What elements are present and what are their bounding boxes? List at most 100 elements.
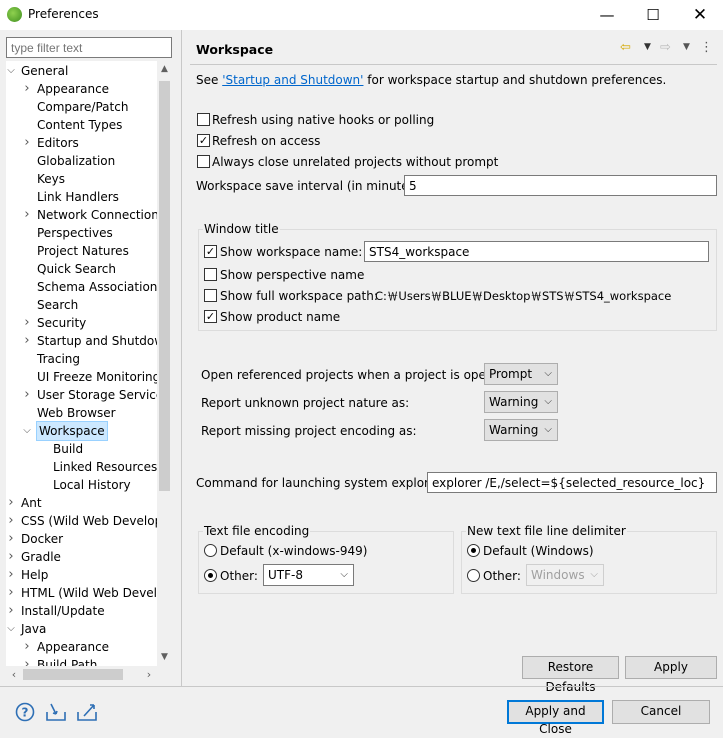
- show-full-path-label: Show full workspace path:: [220, 289, 378, 303]
- close-unrelated-checkbox[interactable]: [197, 155, 210, 168]
- show-product-label: Show product name: [220, 310, 341, 324]
- delimiter-other-radio[interactable]: [467, 569, 480, 582]
- save-interval-field[interactable]: 5: [404, 175, 717, 196]
- chevron-right-icon[interactable]: ›: [22, 80, 32, 98]
- encoding-other-combo[interactable]: UTF-8 ⌵: [263, 564, 354, 586]
- workspace-name-field[interactable]: STS4_workspace: [364, 241, 709, 262]
- chevron-right-icon[interactable]: ›: [22, 134, 32, 152]
- tree-item-label: Perspectives: [37, 226, 113, 240]
- scroll-up-icon[interactable]: ▲: [157, 61, 172, 78]
- chevron-down-icon: ⌵: [544, 396, 552, 407]
- show-workspace-name-label: Show workspace name:: [220, 245, 363, 259]
- chevron-right-icon[interactable]: ›: [6, 512, 16, 530]
- back-arrow-icon[interactable]: ⇦: [620, 40, 631, 55]
- tree-item-label: Quick Search: [37, 262, 116, 276]
- show-workspace-name-checkbox[interactable]: ✓: [204, 245, 217, 258]
- scroll-thumb-horizontal[interactable]: [23, 669, 123, 680]
- tree-item-label: Security: [37, 316, 87, 330]
- chevron-right-icon[interactable]: ›: [6, 602, 16, 620]
- forward-arrow-icon[interactable]: ⇨: [660, 40, 671, 55]
- forward-dropdown-icon[interactable]: ▼: [683, 42, 690, 52]
- restore-defaults-button[interactable]: Restore Defaults: [522, 656, 619, 694]
- unknown-nature-label: Report unknown project nature as:: [201, 396, 410, 410]
- chevron-right-icon[interactable]: ›: [6, 584, 16, 602]
- tree-item-label: Appearance: [37, 82, 110, 96]
- chevron-right-icon[interactable]: ›: [22, 332, 32, 350]
- export-icon[interactable]: [76, 702, 98, 722]
- title-bar: Preferences — ☐ ✕: [0, 0, 723, 30]
- import-icon[interactable]: [45, 702, 67, 722]
- refresh-native-label: Refresh using native hooks or polling: [212, 113, 435, 127]
- tree-item-label: Ant: [21, 496, 42, 510]
- preference-tree: ⌵ General › Appearance Compare/Patch Content …: [6, 61, 157, 666]
- unknown-nature-combo[interactable]: Warning ⌵: [484, 391, 558, 413]
- back-dropdown-icon[interactable]: ▼: [644, 42, 651, 52]
- missing-encoding-combo[interactable]: Warning ⌵: [484, 419, 558, 441]
- chevron-right-icon[interactable]: ›: [6, 530, 16, 548]
- chevron-down-icon[interactable]: ⌵: [6, 620, 16, 638]
- chevron-right-icon[interactable]: ›: [22, 314, 32, 332]
- line-delimiter-legend: New text file line delimiter: [466, 523, 627, 539]
- scroll-left-icon[interactable]: ‹: [6, 666, 22, 683]
- tree-vertical-scrollbar[interactable]: ▲ ▼: [157, 61, 172, 666]
- tree-item-label: Workspace: [36, 421, 108, 441]
- chevron-down-icon[interactable]: ⌵: [22, 422, 32, 440]
- maximize-button[interactable]: ☐: [630, 0, 676, 30]
- tree-item-label: Build: [53, 442, 84, 456]
- chevron-right-icon[interactable]: ›: [22, 206, 32, 224]
- startup-shutdown-link[interactable]: 'Startup and Shutdown': [222, 73, 363, 87]
- chevron-right-icon[interactable]: ›: [22, 656, 32, 666]
- encoding-default-label: Default (x-windows-949): [220, 544, 368, 558]
- close-button[interactable]: ✕: [677, 0, 723, 30]
- tree-item-label: Docker: [21, 532, 64, 546]
- tree-item-label: Linked Resources: [53, 460, 157, 474]
- menu-kebab-icon[interactable]: ⋮: [700, 40, 713, 55]
- show-full-path-checkbox[interactable]: [204, 289, 217, 302]
- open-referenced-combo[interactable]: Prompt ⌵: [484, 363, 558, 385]
- chevron-down-icon: ⌵: [544, 368, 552, 379]
- chevron-right-icon[interactable]: ›: [22, 386, 32, 404]
- refresh-access-checkbox[interactable]: ✓: [197, 134, 210, 147]
- chevron-right-icon[interactable]: ›: [6, 494, 16, 512]
- tree-item-label: Editors: [37, 136, 79, 150]
- tree-item-label: Java: [21, 622, 47, 636]
- tree-item-label: Web Browser: [37, 406, 116, 420]
- refresh-native-checkbox[interactable]: [197, 113, 210, 126]
- scroll-right-icon[interactable]: ›: [141, 666, 157, 683]
- encoding-other-radio[interactable]: [204, 569, 217, 582]
- help-icon[interactable]: ?: [14, 702, 36, 722]
- cancel-button[interactable]: Cancel: [612, 700, 710, 724]
- sash[interactable]: [181, 30, 182, 686]
- explorer-command-field[interactable]: explorer /E,/select=${selected_resource_…: [427, 472, 717, 493]
- scroll-thumb[interactable]: [159, 81, 170, 491]
- tree-item-label: General: [21, 64, 69, 78]
- tree-horizontal-scrollbar[interactable]: ‹ ›: [6, 666, 157, 683]
- show-perspective-checkbox[interactable]: [204, 268, 217, 281]
- apply-button[interactable]: Apply: [625, 656, 717, 679]
- apply-and-close-button[interactable]: Apply and Close: [507, 700, 604, 736]
- tree-item-label: Gradle: [21, 550, 61, 564]
- scroll-down-icon[interactable]: ▼: [157, 649, 172, 666]
- chevron-down-icon[interactable]: ⌵: [6, 62, 16, 80]
- delimiter-default-radio[interactable]: [467, 544, 480, 557]
- minimize-button[interactable]: —: [584, 0, 630, 30]
- tree-item-label: Compare/Patch: [37, 100, 129, 114]
- encoding-default-radio[interactable]: [204, 544, 217, 557]
- delimiter-other-combo: Windows ⌵: [526, 564, 604, 586]
- text-encoding-legend: Text file encoding: [203, 523, 311, 539]
- tree-item-label: HTML (Wild Web Developer): [21, 586, 157, 600]
- filter-input[interactable]: [6, 37, 172, 58]
- chevron-right-icon[interactable]: ›: [6, 566, 16, 584]
- chevron-right-icon[interactable]: ›: [22, 638, 32, 656]
- show-product-checkbox[interactable]: ✓: [204, 310, 217, 323]
- chevron-right-icon[interactable]: ›: [6, 548, 16, 566]
- tree-item-label: Keys: [37, 172, 66, 186]
- tree-item-label: Local History: [53, 478, 131, 492]
